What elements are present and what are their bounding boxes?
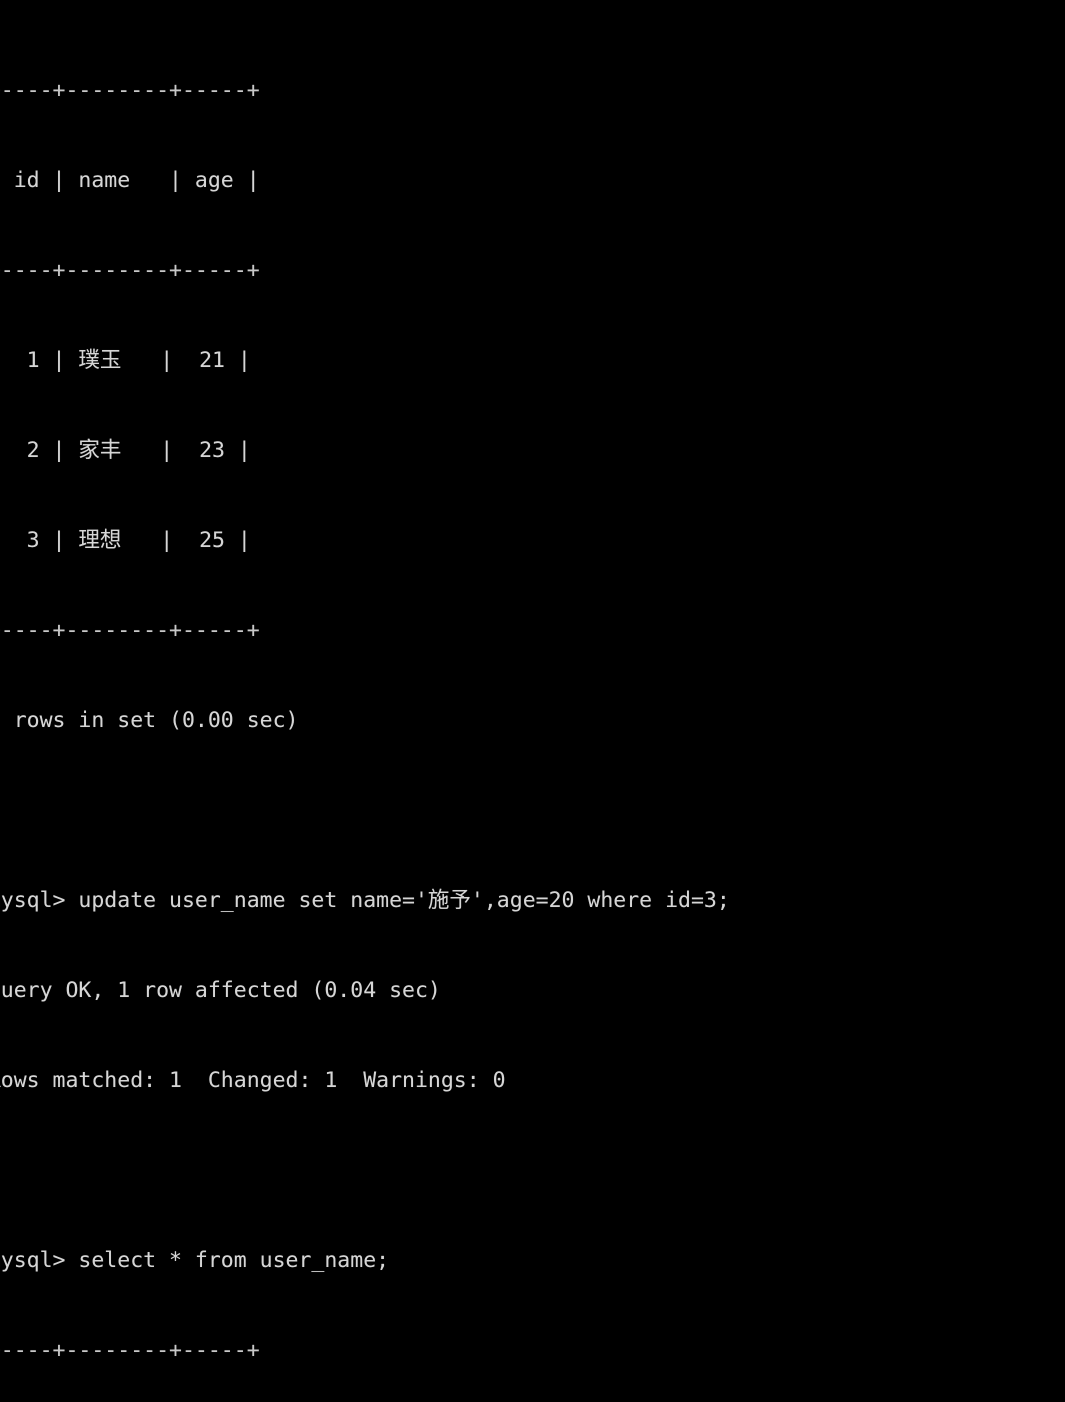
result-footer: 3 rows in set (0.00 sec) [0,708,299,733]
terminal-screen[interactable]: +----+--------+-----+ | id | name | age … [0,0,730,1402]
terminal-window[interactable]: +----+--------+-----+ | id | name | age … [0,0,1065,1363]
command-line-select[interactable]: mysql> select * from user_name; [0,1246,730,1276]
table-row: | 3 | 理想 | 25 | [0,528,251,553]
command-line-update[interactable]: mysql> update user_name set name='施予',ag… [0,886,730,916]
table-row: | 2 | 家丰 | 23 | [0,438,251,463]
table-rule: +----+--------+-----+ [0,258,260,283]
query-ok-status: Query OK, 1 row affected (0.04 sec) [0,978,441,1003]
table-rule: +----+--------+-----+ [0,1338,260,1363]
table-header-row: | id | name | age | [0,168,260,193]
table-row: | 1 | 璞玉 | 21 | [0,348,251,373]
table-rule: +----+--------+-----+ [0,78,260,103]
table-rule: +----+--------+-----+ [0,618,260,643]
rows-matched-status: Rows matched: 1 Changed: 1 Warnings: 0 [0,1068,506,1093]
